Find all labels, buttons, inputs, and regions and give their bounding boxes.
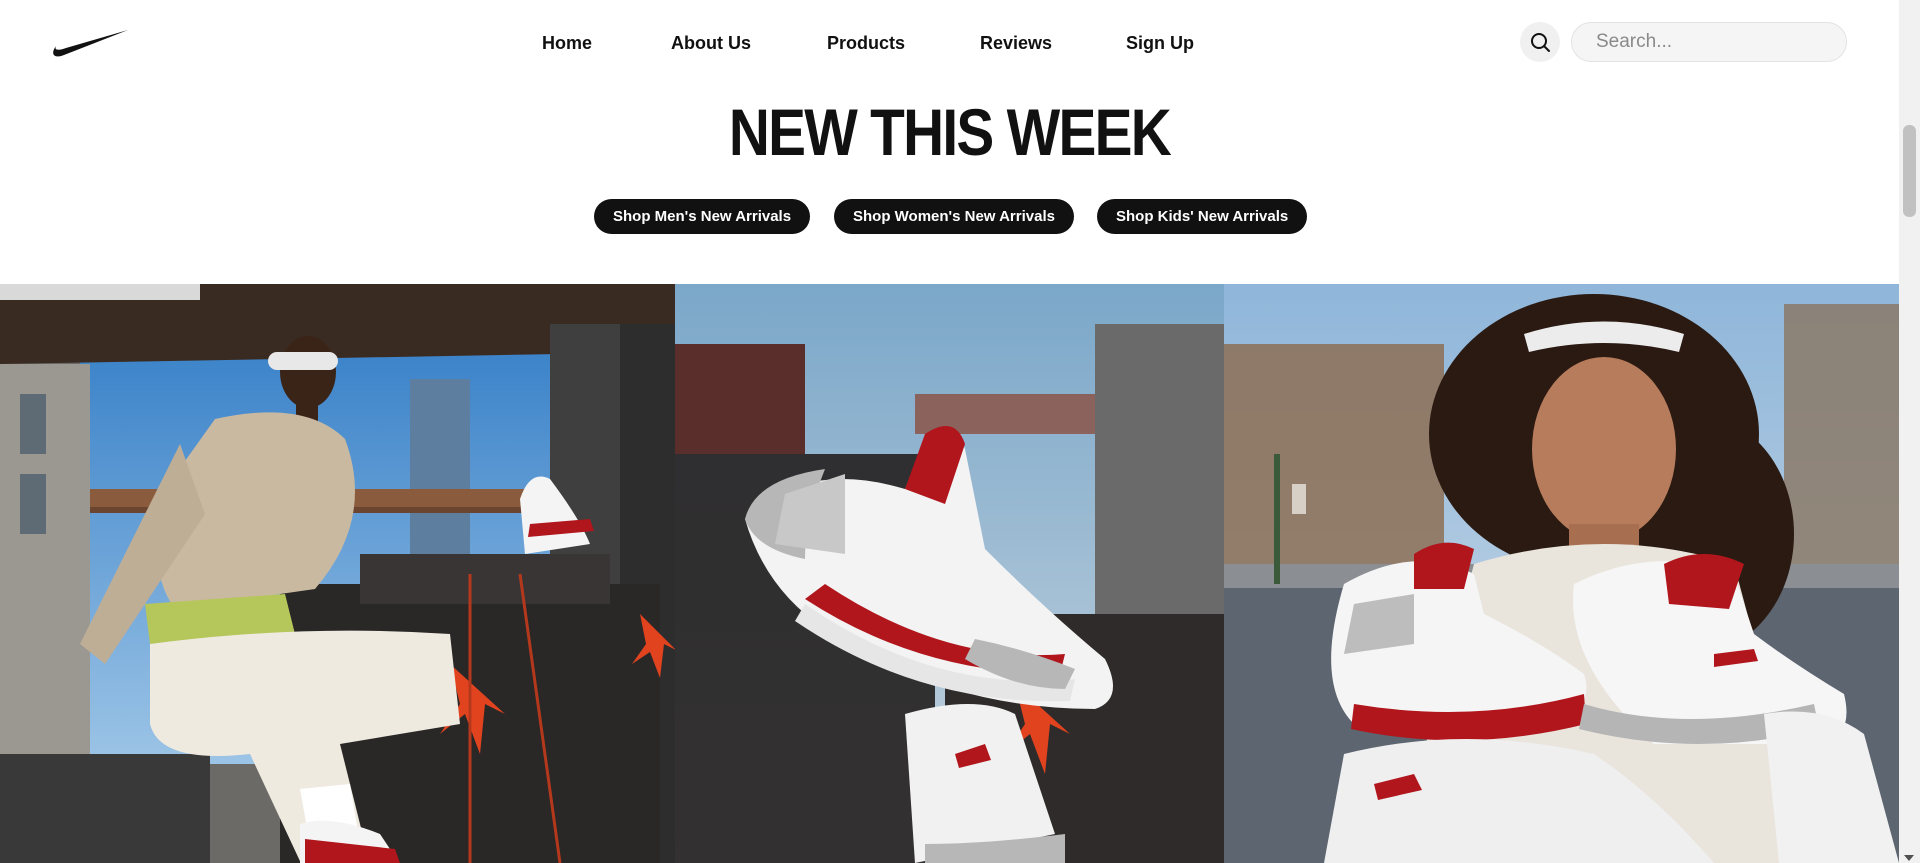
page-title: NEW THIS WEEK xyxy=(728,95,1172,169)
woman-with-sneakers-photo[interactable] xyxy=(1224,284,1899,863)
search-input[interactable] xyxy=(1571,22,1847,62)
shop-mens-button[interactable]: Shop Men's New Arrivals xyxy=(594,199,811,234)
search-icon xyxy=(1531,33,1550,52)
shop-womens-button[interactable]: Shop Women's New Arrivals xyxy=(834,199,1074,234)
scroll-down-arrow-icon[interactable] xyxy=(1904,855,1914,861)
nav-products-link[interactable]: Products xyxy=(827,33,905,54)
shop-kids-button[interactable]: Shop Kids' New Arrivals xyxy=(1097,199,1308,234)
sneaker-closeup-photo[interactable] xyxy=(675,284,1224,863)
nav-reviews-link[interactable]: Reviews xyxy=(980,33,1052,54)
search-button[interactable] xyxy=(1520,22,1560,62)
man-on-boxes-photo[interactable] xyxy=(0,284,675,863)
nike-swoosh-icon[interactable] xyxy=(48,26,130,60)
scrollbar-thumb[interactable] xyxy=(1903,125,1916,217)
nav-about-link[interactable]: About Us xyxy=(671,33,751,54)
nav-home-link[interactable]: Home xyxy=(542,33,592,54)
new-arrivals-gallery xyxy=(0,284,1899,863)
nav-signup-link[interactable]: Sign Up xyxy=(1126,33,1194,54)
page-scrollbar[interactable] xyxy=(1899,0,1920,863)
site-header: Home About Us Products Reviews Sign Up xyxy=(0,0,1899,86)
